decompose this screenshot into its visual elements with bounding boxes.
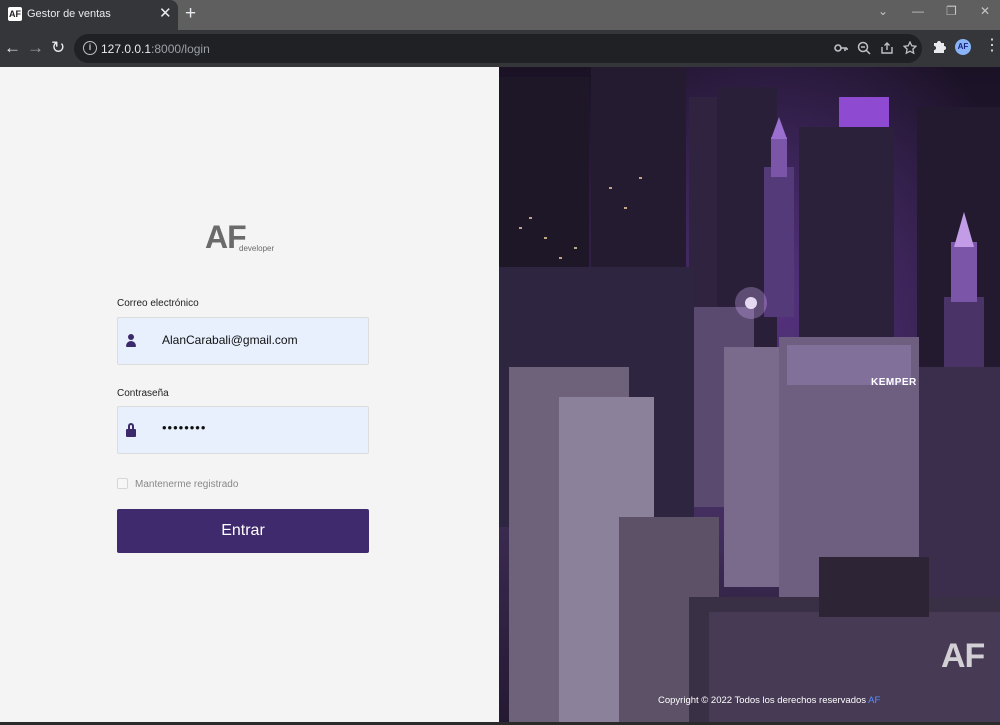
site-info-icon[interactable]: i — [83, 41, 97, 55]
login-submit-button[interactable]: Entrar — [117, 509, 369, 553]
key-icon[interactable] — [834, 41, 848, 55]
window-close-button[interactable]: ✕ — [980, 4, 990, 18]
bookmark-star-icon[interactable] — [903, 41, 917, 55]
url-text[interactable]: 127.0.0.1:8000/login — [101, 42, 210, 56]
remember-checkbox[interactable] — [117, 478, 128, 489]
password-label: Contraseña — [117, 388, 169, 399]
browser-menu-icon[interactable]: ⋮ — [984, 37, 1000, 55]
email-field[interactable] — [117, 317, 369, 365]
copyright-text: Copyright © 2022 Todos los derechos rese… — [658, 695, 867, 706]
profile-avatar[interactable]: AF — [955, 39, 971, 55]
restore-button[interactable]: ❐ — [946, 4, 957, 18]
reload-button[interactable]: ↻ — [51, 38, 65, 58]
user-icon — [126, 334, 136, 348]
tab-favicon-icon: AF — [8, 7, 22, 21]
email-label: Correo electrónico — [117, 298, 199, 309]
password-input[interactable] — [162, 420, 362, 435]
tab-close-icon[interactable]: ✕ — [159, 5, 172, 23]
login-panel: AF developer Correo electrónico Contrase… — [0, 67, 499, 722]
share-icon[interactable] — [880, 41, 894, 55]
minimize-button[interactable]: — — [912, 4, 924, 18]
browser-toolbar: ← → ↻ i 127.0.0.1:8000/login AF ⋮ — [0, 30, 1000, 67]
hero-watermark: AF — [941, 637, 985, 675]
copyright-footer: Copyright © 2022 Todos los derechos rese… — [658, 695, 880, 706]
browser-tab-strip: AF Gestor de ventas ✕ + ⌄ — ❐ ✕ — [0, 0, 1000, 30]
brand-logo: AF developer — [205, 219, 285, 259]
url-host: 127.0.0.1 — [101, 42, 152, 56]
hero-image: KEMPER AF Copyright © 2022 Todos los der… — [499, 67, 1000, 722]
forward-button[interactable]: → — [27, 38, 44, 58]
tab-title: Gestor de ventas — [27, 8, 111, 20]
lock-icon — [126, 423, 136, 437]
extensions-puzzle-icon[interactable] — [932, 39, 946, 53]
building-sign: KEMPER — [871, 377, 917, 388]
tab-search-chevron-icon[interactable]: ⌄ — [878, 4, 888, 18]
back-button[interactable]: ← — [4, 38, 21, 58]
url-path: :8000/login — [151, 42, 210, 56]
address-bar[interactable]: i 127.0.0.1:8000/login — [74, 34, 922, 63]
new-tab-button[interactable]: + — [185, 3, 196, 25]
password-field[interactable] — [117, 406, 369, 454]
remember-label[interactable]: Mantenerme registrado — [135, 479, 238, 490]
logo-sub-text: developer — [239, 244, 275, 253]
city-skyline-illustration — [499, 67, 1000, 722]
zoom-out-icon[interactable] — [857, 41, 871, 55]
copyright-brand-link[interactable]: AF — [868, 695, 880, 706]
browser-tab[interactable]: AF Gestor de ventas ✕ — [0, 0, 178, 30]
email-input[interactable] — [162, 333, 362, 347]
page-content: AF developer Correo electrónico Contrase… — [0, 67, 1000, 722]
